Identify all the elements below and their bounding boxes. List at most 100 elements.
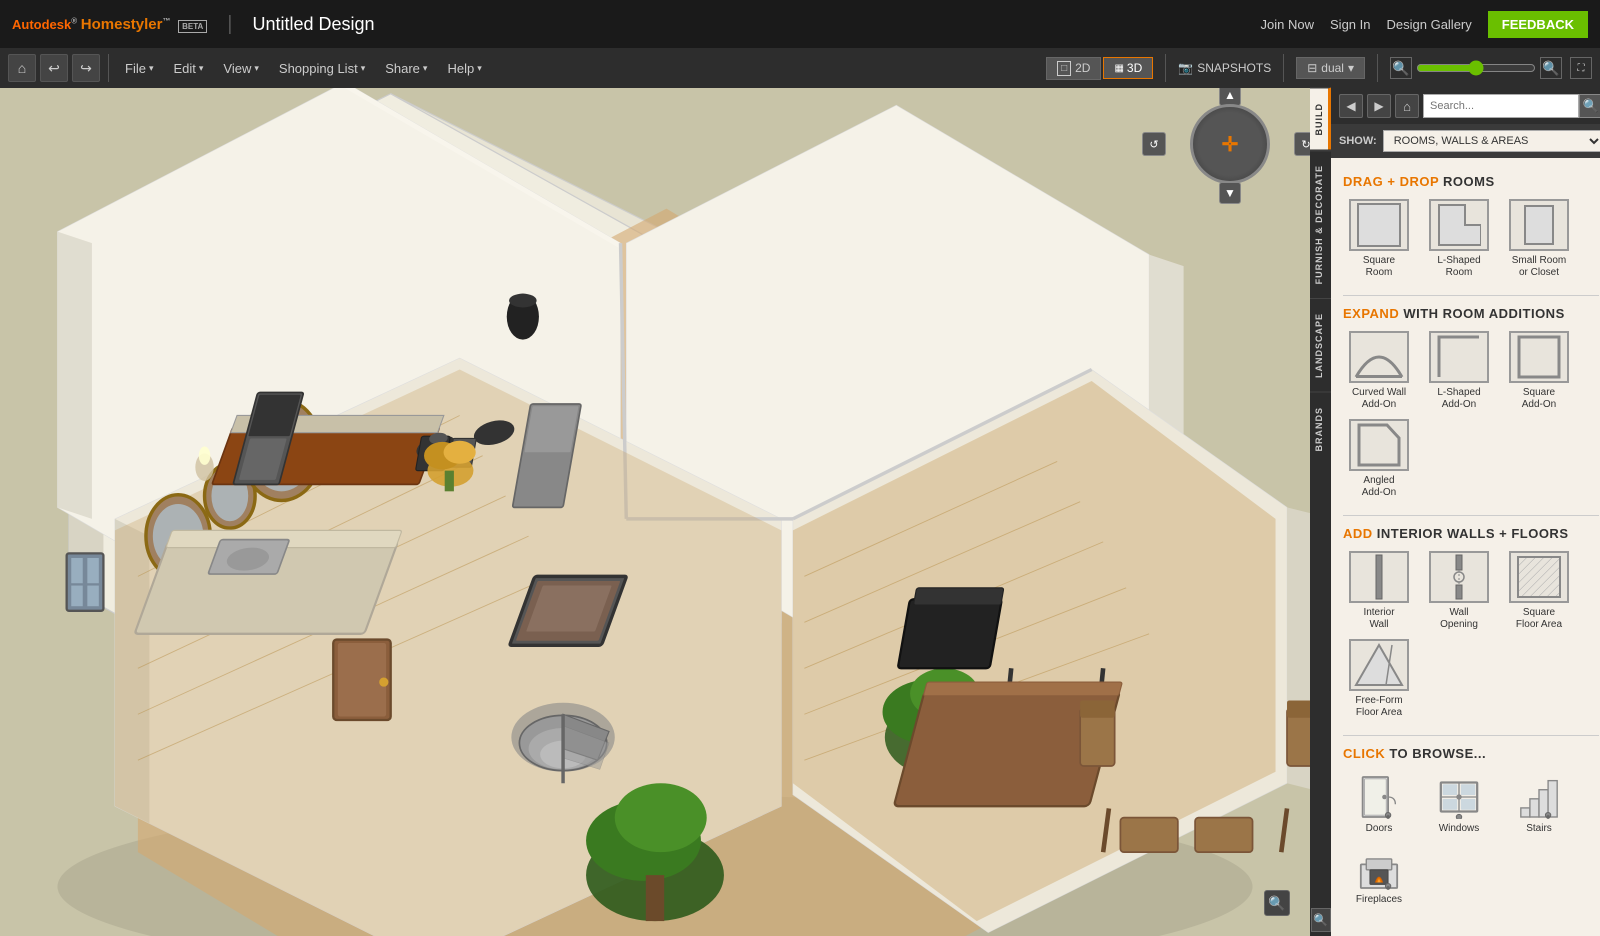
dual-view-button[interactable]: ⊟ dual ▾ (1296, 57, 1365, 79)
l-shaped-room-shape (1429, 199, 1489, 251)
right-panel-container: BUILD FURNISH & DECORATE LANDSCAPE BRAND… (1310, 88, 1600, 936)
snapshots-button[interactable]: 📷 SNAPSHOTS (1178, 61, 1271, 75)
compass-ring[interactable]: ✛ (1190, 104, 1270, 184)
join-now-link[interactable]: Join Now (1261, 17, 1314, 32)
view-menu[interactable]: View ▾ (215, 57, 266, 80)
stairs-item[interactable]: Stairs (1503, 771, 1575, 834)
rotate-right-button[interactable]: ↻ (1294, 132, 1310, 156)
panel-search-input[interactable] (1423, 94, 1579, 118)
brands-tab[interactable]: BRANDS (1310, 392, 1331, 466)
curved-wall-label: Curved WallAdd-On (1352, 387, 1406, 411)
share-menu[interactable]: Share ▾ (377, 57, 435, 80)
l-shaped-addon-item[interactable]: L-ShapedAdd-On (1423, 331, 1495, 411)
landscape-tab[interactable]: LANDSCAPE (1310, 298, 1331, 392)
undo-button[interactable]: ↩ (40, 54, 68, 82)
small-room-label: Small Roomor Closet (1512, 255, 1566, 279)
tilt-down-button[interactable]: ▼ (1219, 182, 1241, 204)
small-room-shape (1509, 199, 1569, 251)
l-shaped-room-item[interactable]: L-ShapedRoom (1423, 199, 1495, 279)
toolbar-separator (108, 54, 109, 82)
square-floor-shape (1509, 551, 1569, 603)
divider-1 (1343, 295, 1599, 296)
topbar: Autodesk® Homestyler™ BETA | Untitled De… (0, 0, 1600, 48)
view-2d-button[interactable]: □ 2D (1046, 57, 1101, 80)
interior-wall-label: InteriorWall (1363, 607, 1394, 631)
wall-opening-shape (1429, 551, 1489, 603)
square-room-shape (1349, 199, 1409, 251)
panel-search-button[interactable]: 🔍 (1579, 94, 1600, 118)
show-row: SHOW: ROOMS, WALLS & AREAS FLOOR PLAN FU… (1331, 124, 1600, 158)
fullscreen-button[interactable]: ⛶ (1570, 57, 1592, 79)
sign-in-link[interactable]: Sign In (1330, 17, 1370, 32)
furnish-tab[interactable]: FURNISH & DECORATE (1310, 150, 1331, 298)
fireplaces-icon (1349, 842, 1409, 894)
compass-arrows: ✛ (1193, 107, 1267, 181)
panel-search-icon[interactable]: 🔍 (1311, 908, 1331, 932)
topbar-left: Autodesk® Homestyler™ BETA | Untitled De… (12, 13, 375, 36)
viewport[interactable]: ↺ ▲ ✛ ▼ ↻ 🔍 (0, 88, 1310, 936)
fireplaces-item[interactable]: Fireplaces (1343, 842, 1415, 905)
side-tabs: BUILD FURNISH & DECORATE LANDSCAPE BRAND… (1310, 88, 1331, 936)
curved-wall-shape (1349, 331, 1409, 383)
show-label: SHOW: (1339, 135, 1377, 147)
panel-home-button[interactable]: ⌂ (1395, 94, 1419, 118)
walls-floors-grid: InteriorWall WallOpening (1343, 551, 1599, 719)
windows-item[interactable]: Windows (1423, 771, 1495, 834)
square-addon-item[interactable]: SquareAdd-On (1503, 331, 1575, 411)
design-gallery-link[interactable]: Design Gallery (1387, 17, 1472, 32)
scene-canvas (0, 88, 1310, 936)
square-floor-item[interactable]: SquareFloor Area (1503, 551, 1575, 631)
square-addon-shape (1509, 331, 1569, 383)
file-menu[interactable]: File ▾ (117, 57, 161, 80)
panel-back-button[interactable]: ◀ (1339, 94, 1363, 118)
divider-2 (1343, 515, 1599, 516)
freeform-floor-shape (1349, 639, 1409, 691)
additions-grid: Curved WallAdd-On L-ShapedAdd-On (1343, 331, 1599, 499)
angled-addon-item[interactable]: AngledAdd-On (1343, 419, 1415, 499)
design-title: Untitled Design (252, 14, 374, 35)
build-tab[interactable]: BUILD (1310, 88, 1331, 150)
zoom-slider[interactable] (1416, 60, 1536, 76)
toolbar: ⌂ ↩ ↪ File ▾ Edit ▾ View ▾ Shopping List… (0, 48, 1600, 88)
small-room-item[interactable]: Small Roomor Closet (1503, 199, 1575, 279)
zoom-in-button[interactable]: 🔍 (1540, 57, 1562, 79)
panel-nav: ◀ ▶ ⌂ 🔍 (1331, 88, 1600, 124)
browse-title: CLICK TO BROWSE... (1343, 746, 1599, 761)
home-button[interactable]: ⌂ (8, 54, 36, 82)
freeform-floor-item[interactable]: Free-FormFloor Area (1343, 639, 1415, 719)
shopping-list-menu[interactable]: Shopping List ▾ (271, 57, 373, 80)
wall-opening-item[interactable]: WallOpening (1423, 551, 1495, 631)
square-room-item[interactable]: SquareRoom (1343, 199, 1415, 279)
windows-label: Windows (1439, 823, 1480, 834)
interior-wall-shape (1349, 551, 1409, 603)
view-3d-button[interactable]: ▦ 3D (1103, 57, 1153, 79)
stairs-label: Stairs (1526, 823, 1552, 834)
help-menu[interactable]: Help ▾ (439, 57, 489, 80)
main-content: ↺ ▲ ✛ ▼ ↻ 🔍 BUIL (0, 88, 1600, 936)
edit-menu[interactable]: Edit ▾ (165, 57, 211, 80)
small-shape (1524, 205, 1554, 245)
drag-rooms-title: DRAG + DROP ROOMS (1343, 174, 1599, 189)
panel-forward-button[interactable]: ▶ (1367, 94, 1391, 118)
feedback-button[interactable]: FEEDBACK (1488, 11, 1588, 38)
viewport-search-button[interactable]: 🔍 (1264, 890, 1290, 916)
divider-3 (1343, 735, 1599, 736)
zoom-out-button[interactable]: 🔍 (1390, 57, 1412, 79)
interior-title: ADD INTERIOR WALLS + FLOORS (1343, 526, 1599, 541)
panel-search-area: 🔍 (1423, 94, 1600, 118)
redo-button[interactable]: ↪ (72, 54, 100, 82)
freeform-floor-label: Free-FormFloor Area (1355, 695, 1402, 719)
show-dropdown[interactable]: ROOMS, WALLS & AREAS FLOOR PLAN FURNITUR… (1383, 130, 1600, 152)
toolbar-separator-2 (1165, 54, 1166, 82)
curved-wall-item[interactable]: Curved WallAdd-On (1343, 331, 1415, 411)
panel-content: DRAG + DROP ROOMS SquareRoom (1331, 158, 1600, 936)
doors-item[interactable]: Doors (1343, 771, 1415, 834)
toolbar-separator-4 (1377, 54, 1378, 82)
interior-wall-item[interactable]: InteriorWall (1343, 551, 1415, 631)
angled-addon-shape (1349, 419, 1409, 471)
square-addon-label: SquareAdd-On (1522, 387, 1556, 411)
doors-icon (1349, 771, 1409, 823)
square-floor-label: SquareFloor Area (1516, 607, 1562, 631)
rotate-left-button[interactable]: ↺ (1142, 132, 1166, 156)
l-shaped-addon-label: L-ShapedAdd-On (1437, 387, 1480, 411)
